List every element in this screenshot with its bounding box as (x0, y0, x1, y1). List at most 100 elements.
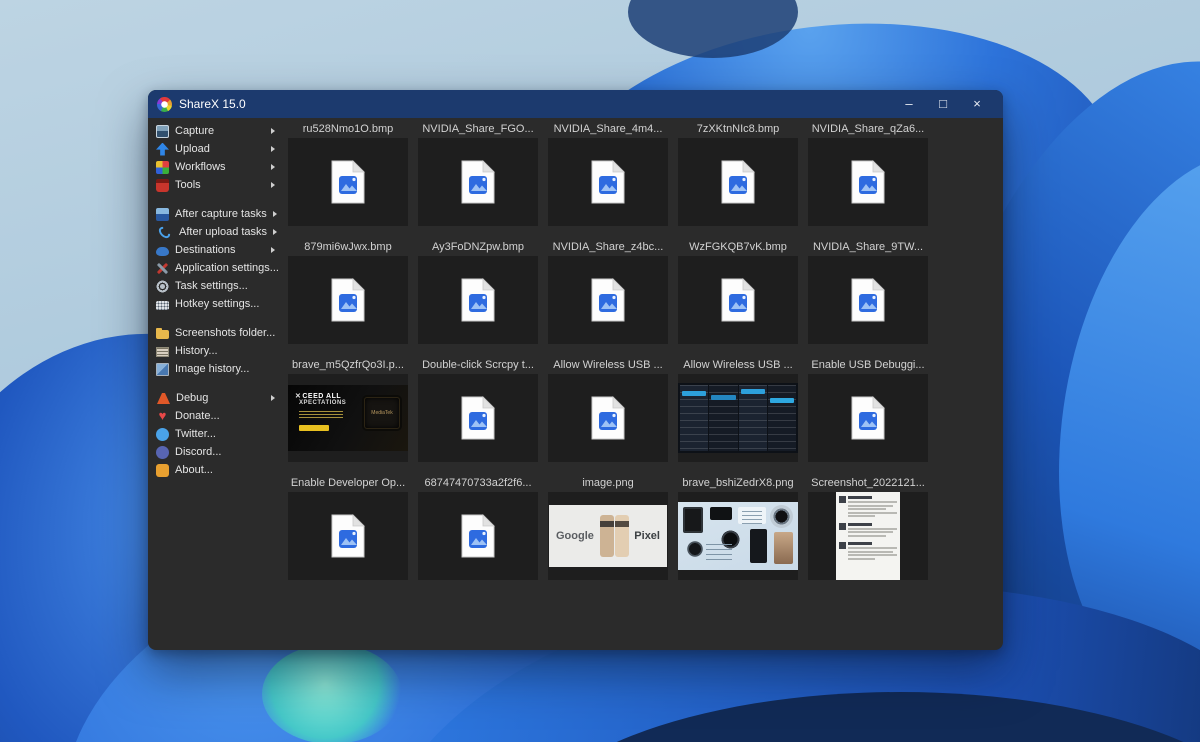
submenu-arrow-icon (271, 247, 275, 253)
thumbnail-tile[interactable] (418, 256, 538, 344)
thumbnail-tile[interactable] (288, 492, 408, 580)
sidebar-item-workflows[interactable]: Workflows (153, 158, 278, 176)
thumbnail-filename: NVIDIA_Share_FGO... (422, 123, 534, 135)
image-file-icon (721, 160, 755, 204)
thumbnail-cell: 7zXKtnNIc8.bmp (673, 120, 803, 226)
settings-panel (767, 385, 796, 451)
thumbnail-filename: Allow Wireless USB ... (553, 359, 663, 371)
image-file-icon (591, 396, 625, 440)
image-file-icon (851, 278, 885, 322)
thumbnail-tile[interactable] (678, 256, 798, 344)
image-file-icon (851, 160, 885, 204)
thumbnail-tile[interactable] (808, 138, 928, 226)
chat-message (839, 496, 897, 519)
slide-subtitle: XPECTATIONS (299, 400, 347, 406)
thumbnail-tile[interactable] (678, 138, 798, 226)
thumbnail-tile[interactable] (678, 492, 798, 580)
sidebar-item-upload[interactable]: Upload (153, 140, 278, 158)
product-collage-thumbnail (678, 502, 798, 570)
submenu-arrow-icon (271, 182, 275, 188)
thumbnail-tile[interactable] (288, 256, 408, 344)
sidebar-item-label: Workflows (175, 161, 226, 173)
sidebar-item-twitter[interactable]: Twitter... (153, 425, 278, 443)
image-file-icon (331, 160, 365, 204)
sidebar-item-image-history[interactable]: Image history... (153, 360, 278, 378)
sidebar-item-label: Destinations (175, 244, 236, 256)
submenu-arrow-icon (271, 164, 275, 170)
google-pixel-ad-thumbnail: Google Pixel (549, 505, 667, 567)
thumbnail-filename: WzFGKQB7vK.bmp (689, 241, 787, 253)
settings-panel (738, 385, 767, 451)
thumbnail-filename: 879mi6wJwx.bmp (304, 241, 392, 253)
thumbnail-tile[interactable] (288, 138, 408, 226)
thumbnail-filename: Enable USB Debuggi... (811, 359, 925, 371)
wallpaper-petal-highlight (262, 644, 402, 742)
sidebar-item-debug[interactable]: Debug (153, 389, 278, 407)
submenu-arrow-icon (271, 146, 275, 152)
upload-icon (156, 142, 169, 156)
thumbnail-tile[interactable] (418, 492, 538, 580)
maximize-button[interactable]: □ (926, 90, 960, 118)
thumbnail-filename: image.png (582, 477, 634, 489)
thumbnail-cell: NVIDIA_Share_z4bc... (543, 238, 673, 344)
thumbnail-cell: brave_bshiZedrX8.png (673, 474, 803, 580)
window-title: ShareX 15.0 (179, 97, 246, 111)
sidebar-item-about[interactable]: About... (153, 461, 278, 479)
tools-icon (156, 178, 169, 192)
submenu-arrow-icon (271, 128, 275, 134)
workflows-icon (156, 160, 169, 174)
titlebar[interactable]: ShareX 15.0 – □ × (148, 90, 1003, 118)
thumbnail-tile[interactable] (678, 374, 798, 462)
thumbnail-cell: Ay3FoDNZpw.bmp (413, 238, 543, 344)
sidebar-item-destinations[interactable]: Destinations (153, 241, 278, 259)
image-file-icon (331, 278, 365, 322)
thumbnail-filename: NVIDIA_Share_4m4... (553, 123, 663, 135)
thumbnail-filename: Ay3FoDNZpw.bmp (431, 241, 525, 253)
screenshots-folder-icon (156, 328, 169, 339)
image-file-icon (461, 514, 495, 558)
sidebar-item-screenshots-folder[interactable]: Screenshots folder... (153, 324, 278, 342)
minimize-button[interactable]: – (892, 90, 926, 118)
sidebar-item-after-upload-tasks[interactable]: After upload tasks (153, 223, 278, 241)
sidebar-item-after-capture-tasks[interactable]: After capture tasks (153, 205, 278, 223)
thumbnail-tile[interactable]: ✕CEED ALL XPECTATIONS MediaTek (288, 374, 408, 462)
thumbnail-filename: brave_bshiZedrX8.png (682, 477, 794, 489)
thumbnail-cell: Enable Developer Op... (283, 474, 413, 580)
thumbnail-tile[interactable] (808, 492, 928, 580)
sidebar-item-task-settings[interactable]: Task settings... (153, 277, 278, 295)
thumbnail-cell: Double-click Scrcpy t... (413, 356, 543, 462)
thumbnail-cell: NVIDIA_Share_qZa6... (803, 120, 933, 226)
thumbnail-tile[interactable] (548, 256, 668, 344)
slide-title: ✕CEED ALL (295, 393, 342, 400)
thumbnail-filename: Enable Developer Op... (290, 477, 406, 489)
chat-message (839, 522, 897, 539)
thumbnail-cell: 68747470733a2f2f6... (413, 474, 543, 580)
x-logo-icon: ✕ (295, 393, 302, 400)
sidebar-item-history[interactable]: History... (153, 342, 278, 360)
thumbnail-tile[interactable] (418, 374, 538, 462)
thumbnail-tile[interactable] (418, 138, 538, 226)
twitter-icon (156, 427, 169, 441)
sidebar-item-capture[interactable]: Capture (153, 122, 278, 140)
sidebar-item-hotkey-settings[interactable]: Hotkey settings... (153, 295, 278, 313)
thumbnail-filename: Allow Wireless USB ... (683, 359, 793, 371)
submenu-arrow-icon (271, 395, 275, 401)
close-button[interactable]: × (960, 90, 994, 118)
sidebar-item-application-settings[interactable]: Application settings... (153, 259, 279, 277)
sidebar-item-discord[interactable]: Discord... (153, 443, 278, 461)
thumbnail-tile[interactable] (808, 256, 928, 344)
sidebar-section-gap (153, 194, 278, 205)
sidebar-item-label: Debug (176, 392, 209, 404)
sidebar-item-tools[interactable]: Tools (153, 176, 278, 194)
sidebar-item-label: Tools (175, 179, 201, 191)
destinations-icon (156, 246, 169, 256)
thumbnail-filename: 7zXKtnNIc8.bmp (696, 123, 780, 135)
thumbnail-tile[interactable]: Google Pixel (548, 492, 668, 580)
image-file-icon (851, 396, 885, 440)
thumbnail-tile[interactable] (808, 374, 928, 462)
thumbnail-tile[interactable] (548, 138, 668, 226)
settings-panel (680, 385, 709, 451)
sidebar-menu: Capture Upload Workflows Tools After capture… (148, 118, 281, 650)
thumbnail-tile[interactable] (548, 374, 668, 462)
sidebar-item-donate[interactable]: Donate... (153, 407, 278, 425)
